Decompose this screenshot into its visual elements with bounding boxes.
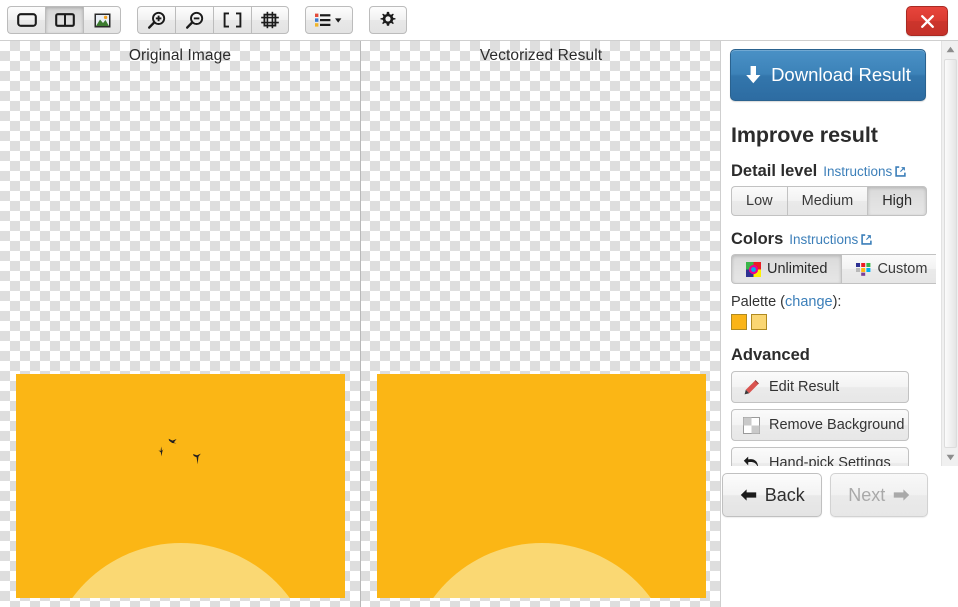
vectorized-artwork bbox=[377, 374, 706, 598]
detail-medium-button[interactable]: Medium bbox=[787, 186, 868, 216]
detail-instructions-label: Instructions bbox=[823, 164, 892, 179]
bird-icon bbox=[192, 453, 202, 465]
result-pane-title: Vectorized Result bbox=[361, 47, 721, 65]
undo-arrow-icon bbox=[743, 456, 760, 467]
settings-group bbox=[369, 6, 407, 34]
colors-unlimited-button[interactable]: Unlimited bbox=[731, 254, 841, 284]
sidebar-scroll-content: Download Result Improve result Detail le… bbox=[722, 41, 936, 466]
detail-low-button[interactable]: Low bbox=[731, 186, 787, 216]
magnifier-plus-icon bbox=[147, 11, 167, 30]
next-button[interactable]: Next bbox=[830, 473, 928, 517]
checkerboard-icon bbox=[743, 417, 760, 434]
view-mode-group bbox=[7, 6, 121, 34]
back-label: Back bbox=[765, 485, 805, 506]
hand-pick-settings-label: Hand-pick Settings bbox=[769, 455, 891, 466]
improve-result-heading: Improve result bbox=[731, 123, 928, 148]
crop-grid-icon bbox=[260, 11, 280, 29]
colors-mode-group: Unlimited Custom bbox=[731, 254, 928, 284]
vectorizer-window: Original Image Vectorized Result bbox=[0, 0, 958, 607]
actual-size-button[interactable] bbox=[251, 6, 289, 34]
original-image-pane[interactable]: Original Image bbox=[0, 41, 360, 607]
scrollbar-thumb[interactable] bbox=[944, 59, 957, 448]
colors-custom-label: Custom bbox=[877, 261, 927, 277]
fit-brackets-icon bbox=[223, 12, 242, 28]
rectangle-icon bbox=[17, 13, 37, 27]
bird-icon bbox=[168, 438, 178, 446]
color-grid-icon bbox=[856, 263, 871, 276]
external-link-icon bbox=[895, 166, 906, 177]
triangle-up-icon bbox=[946, 46, 955, 53]
close-window-button[interactable] bbox=[906, 6, 948, 36]
list-dropdown-icon bbox=[315, 13, 343, 27]
palette-suffix: ): bbox=[833, 294, 842, 310]
sidebar: Download Result Improve result Detail le… bbox=[722, 41, 958, 607]
palette-swatches bbox=[731, 314, 928, 330]
layers-group bbox=[305, 6, 353, 34]
split-view-button[interactable] bbox=[45, 6, 83, 34]
colors-custom-button[interactable]: Custom bbox=[841, 254, 936, 284]
edit-result-button[interactable]: Edit Result bbox=[731, 371, 909, 403]
zoom-in-button[interactable] bbox=[137, 6, 175, 34]
palette-label: Palette (change): bbox=[731, 294, 928, 310]
original-pane-title: Original Image bbox=[0, 47, 360, 65]
advanced-label: Advanced bbox=[731, 346, 810, 365]
edit-result-label: Edit Result bbox=[769, 379, 839, 395]
triangle-down-icon bbox=[946, 454, 955, 461]
zoom-tools-group bbox=[137, 6, 289, 34]
back-button[interactable]: Back bbox=[722, 473, 822, 517]
image-view-button[interactable] bbox=[83, 6, 121, 34]
detail-level-label: Detail level bbox=[731, 162, 817, 181]
arrow-left-icon bbox=[740, 488, 757, 502]
layers-dropdown-button[interactable] bbox=[305, 6, 353, 34]
single-view-button[interactable] bbox=[7, 6, 45, 34]
sidebar-scrollbar[interactable] bbox=[941, 41, 958, 466]
download-arrow-icon bbox=[745, 65, 762, 86]
pencil-icon bbox=[743, 379, 760, 396]
colors-unlimited-label: Unlimited bbox=[767, 261, 827, 277]
picture-icon bbox=[94, 13, 111, 28]
rainbow-swatch-icon bbox=[746, 262, 761, 277]
detail-instructions-link[interactable]: Instructions bbox=[823, 164, 906, 179]
scroll-down-button[interactable] bbox=[942, 449, 958, 466]
colors-instructions-link[interactable]: Instructions bbox=[789, 232, 872, 247]
download-result-label: Download Result bbox=[771, 64, 911, 86]
main-toolbar bbox=[0, 0, 958, 41]
detail-medium-label: Medium bbox=[802, 193, 854, 209]
detail-high-label: High bbox=[882, 193, 912, 209]
hand-pick-settings-button[interactable]: Hand-pick Settings bbox=[731, 447, 909, 466]
canvas-area[interactable]: Original Image Vectorized Result bbox=[0, 41, 721, 607]
bird-icon bbox=[157, 446, 166, 457]
original-artwork bbox=[16, 374, 345, 598]
palette-swatch[interactable] bbox=[731, 314, 747, 330]
colors-heading: Colors Instructions bbox=[731, 230, 928, 249]
detail-level-group: Low Medium High bbox=[731, 186, 928, 216]
external-link-icon bbox=[861, 234, 872, 245]
advanced-heading: Advanced bbox=[731, 346, 928, 365]
download-result-button[interactable]: Download Result bbox=[730, 49, 926, 101]
palette-prefix: Palette ( bbox=[731, 294, 785, 310]
remove-background-label: Remove Background bbox=[769, 417, 904, 433]
vectorized-result-pane[interactable]: Vectorized Result bbox=[361, 41, 721, 607]
colors-instructions-label: Instructions bbox=[789, 232, 858, 247]
remove-background-button[interactable]: Remove Background bbox=[731, 409, 909, 441]
magnifier-minus-icon bbox=[185, 11, 205, 30]
sun-shape bbox=[407, 543, 677, 598]
zoom-out-button[interactable] bbox=[175, 6, 213, 34]
palette-swatch[interactable] bbox=[751, 314, 767, 330]
next-label: Next bbox=[848, 485, 885, 506]
detail-high-button[interactable]: High bbox=[867, 186, 927, 216]
close-icon bbox=[920, 14, 935, 29]
arrow-right-icon bbox=[893, 488, 910, 502]
scroll-up-button[interactable] bbox=[942, 41, 958, 58]
split-pane-icon bbox=[55, 13, 75, 27]
fit-screen-button[interactable] bbox=[213, 6, 251, 34]
settings-button[interactable] bbox=[369, 6, 407, 34]
wizard-nav: Back Next bbox=[722, 473, 936, 517]
sun-shape bbox=[46, 543, 316, 598]
palette-change-link[interactable]: change bbox=[785, 294, 833, 310]
gear-icon bbox=[379, 11, 397, 29]
detail-level-heading: Detail level Instructions bbox=[731, 162, 928, 181]
colors-label: Colors bbox=[731, 230, 783, 249]
detail-low-label: Low bbox=[746, 193, 773, 209]
